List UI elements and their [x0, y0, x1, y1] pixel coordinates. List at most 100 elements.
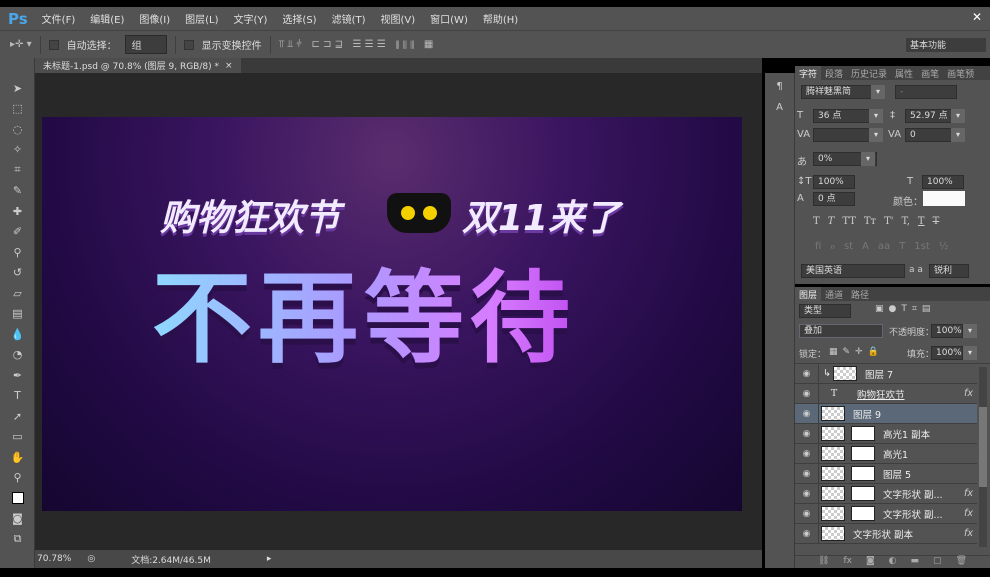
tab-layers[interactable]: 图层: [795, 287, 822, 301]
zoom-tool-icon[interactable]: ⚲: [0, 468, 35, 489]
visibility-eye-icon[interactable]: ◉: [795, 364, 819, 383]
titling-alternates-button[interactable]: aa: [878, 241, 890, 252]
magic-wand-icon[interactable]: ✧: [0, 140, 35, 161]
chevron-down-icon[interactable]: ▾: [869, 109, 883, 123]
opacity-input[interactable]: 100%: [931, 324, 963, 338]
healing-brush-icon[interactable]: ✚: [0, 201, 35, 222]
visibility-eye-icon[interactable]: ◉: [795, 444, 819, 463]
close-window-button[interactable]: ✕: [972, 10, 982, 24]
small-caps-button[interactable]: Tт: [864, 216, 876, 227]
fractions-button[interactable]: ½: [939, 241, 949, 252]
ligatures-button[interactable]: fi: [815, 241, 821, 252]
paragraph-panel-icon[interactable]: ¶: [765, 81, 794, 92]
superscript-button[interactable]: T': [884, 216, 893, 227]
type-tool-icon[interactable]: T: [0, 386, 35, 407]
tab-properties[interactable]: 属性: [891, 66, 917, 80]
menu-image[interactable]: 图像(I): [139, 11, 170, 26]
document-tab[interactable]: 未标题-1.psd @ 70.8% (图层 9, RGB/8) * ×: [35, 58, 241, 73]
workspace-dropdown[interactable]: 基本功能: [906, 38, 986, 52]
oldstyle-button[interactable]: T: [899, 241, 905, 252]
chevron-down-icon[interactable]: ▾: [869, 128, 883, 142]
layer-row[interactable]: ◉ T 购物狂欢节 fx: [795, 384, 977, 404]
show-transform-checkbox[interactable]: [183, 39, 194, 50]
hand-tool-icon[interactable]: ✋: [0, 447, 35, 468]
text-color-swatch[interactable]: [923, 191, 965, 206]
fill-input[interactable]: 100%: [931, 346, 963, 360]
menu-file[interactable]: 文件(F): [42, 11, 76, 26]
discretionary-ligatures-button[interactable]: ℴ: [830, 241, 835, 252]
fx-badge[interactable]: fx: [964, 528, 973, 539]
layers-scrollbar[interactable]: [979, 367, 987, 547]
tab-character[interactable]: 字符: [795, 66, 822, 80]
move-tool-icon[interactable]: ➤: [0, 78, 35, 99]
path-select-icon[interactable]: ➚: [0, 406, 35, 427]
menu-select[interactable]: 选择(S): [282, 11, 316, 26]
marquee-tool-icon[interactable]: ⬚: [0, 99, 35, 120]
gradient-tool-icon[interactable]: ▤: [0, 304, 35, 325]
horizontal-scale-input[interactable]: 100%: [922, 175, 964, 189]
faux-italic-button[interactable]: T: [828, 216, 835, 227]
adjustment-icon[interactable]: ◐: [889, 556, 897, 568]
chevron-down-icon[interactable]: ▾: [963, 346, 977, 360]
layer-row[interactable]: ◉ 图层 9: [795, 404, 977, 424]
swash-button[interactable]: A: [862, 241, 869, 252]
menu-window[interactable]: 窗口(W): [430, 11, 468, 26]
visibility-eye-icon[interactable]: ◉: [795, 484, 819, 503]
faux-bold-button[interactable]: T: [813, 216, 820, 227]
layer-row[interactable]: ◉ 文字形状 副本 fx: [795, 524, 977, 544]
folder-icon[interactable]: ▬: [911, 556, 920, 568]
quick-mask-icon[interactable]: ◙: [0, 509, 35, 530]
tab-channels[interactable]: 通道: [821, 287, 847, 301]
layer-row[interactable]: ◉ 高光1: [795, 444, 977, 464]
color-swatches[interactable]: [0, 488, 35, 509]
menu-filter[interactable]: 滤镜(T): [332, 11, 366, 26]
menu-layer[interactable]: 图层(L): [185, 11, 218, 26]
visibility-eye-icon[interactable]: ◉: [795, 424, 819, 443]
language-select[interactable]: 美国英语: [801, 264, 905, 278]
tab-brush-presets[interactable]: 画笔预: [943, 66, 978, 80]
align-icons[interactable]: ⫪ ⫫ ⫩ ⊏ ⊐ ⊒ ☰ ☰ ☰ ⫴ ⫴ ⫴ ▦: [279, 39, 434, 50]
blend-mode-select[interactable]: 叠加: [799, 324, 883, 338]
layer-row[interactable]: ◉ 文字形状 副... fx: [795, 504, 977, 524]
zoom-level[interactable]: 70.78%: [37, 554, 71, 564]
trash-icon[interactable]: 🗑: [956, 556, 967, 568]
fx-badge[interactable]: fx: [964, 388, 973, 399]
dodge-tool-icon[interactable]: ◔: [0, 345, 35, 366]
filter-icons[interactable]: ▣●T⌗▤: [875, 304, 935, 314]
eraser-icon[interactable]: ▱: [0, 283, 35, 304]
fx-badge[interactable]: fx: [964, 508, 973, 519]
menu-help[interactable]: 帮助(H): [483, 11, 518, 26]
eyedropper-icon[interactable]: ✎: [0, 181, 35, 202]
close-tab-icon[interactable]: ×: [225, 61, 233, 71]
new-layer-icon[interactable]: ▢: [933, 556, 942, 568]
chevron-down-icon[interactable]: ▾: [871, 85, 885, 99]
stylistic-alternates-button[interactable]: st: [844, 241, 853, 252]
screen-mode-icon[interactable]: ⧉: [0, 529, 35, 550]
pen-tool-icon[interactable]: ✒: [0, 365, 35, 386]
menu-edit[interactable]: 编辑(E): [90, 11, 124, 26]
tab-paths[interactable]: 路径: [847, 287, 873, 301]
font-style-select[interactable]: -: [895, 85, 957, 99]
clone-stamp-icon[interactable]: ⚲: [0, 242, 35, 263]
mask-icon[interactable]: ◙: [866, 556, 875, 568]
character-panel-icon[interactable]: A: [765, 102, 794, 113]
menu-view[interactable]: 视图(V): [381, 11, 416, 26]
all-caps-button[interactable]: TT: [842, 216, 856, 227]
chevron-down-icon[interactable]: ▾: [861, 152, 875, 166]
visibility-eye-icon[interactable]: ◉: [795, 464, 819, 483]
status-menu-arrow[interactable]: ▸: [267, 554, 272, 564]
move-tool-icon[interactable]: ▸✛ ▾: [10, 39, 32, 50]
auto-select-dropdown[interactable]: 组: [124, 35, 167, 54]
shape-tool-icon[interactable]: ▭: [0, 427, 35, 448]
font-family-select[interactable]: 腾祥魅黑简: [801, 85, 877, 99]
brush-tool-icon[interactable]: ✐: [0, 222, 35, 243]
subscript-button[interactable]: T,: [902, 216, 910, 227]
layer-row[interactable]: ◉ 高光1 副本: [795, 424, 977, 444]
tab-brush[interactable]: 画笔: [917, 66, 943, 80]
visibility-eye-icon[interactable]: ◉: [795, 504, 819, 523]
antialias-select[interactable]: 锐利: [929, 264, 969, 278]
visibility-eye-icon[interactable]: ◉: [795, 404, 819, 423]
history-brush-icon[interactable]: ↺: [0, 263, 35, 284]
underline-button[interactable]: T: [918, 216, 925, 227]
lock-icons[interactable]: ▦✎✛🔒: [829, 347, 884, 357]
